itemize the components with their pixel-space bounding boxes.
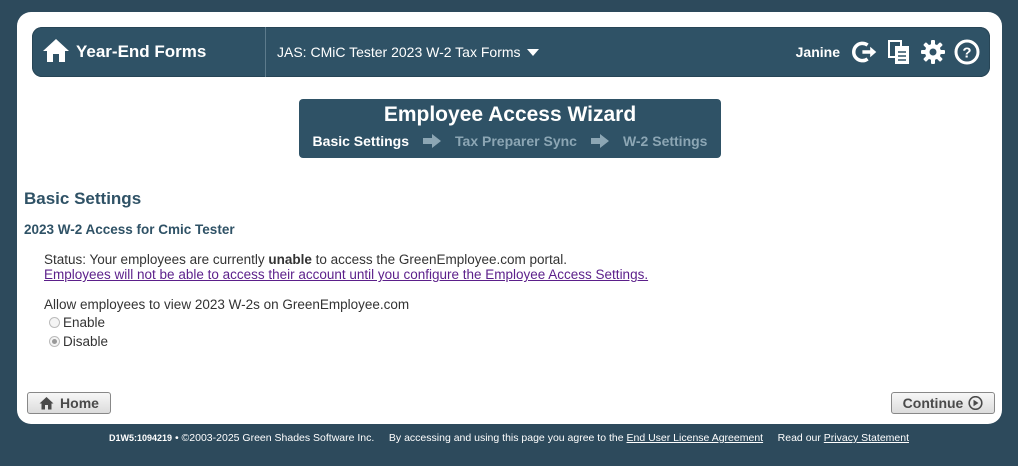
app-title: Year-End Forms bbox=[76, 42, 207, 61]
form-selector-label: JAS: CMiC Tester 2023 W-2 Tax Forms bbox=[277, 44, 521, 60]
user-name: Janine bbox=[795, 44, 840, 60]
header-divider bbox=[265, 27, 266, 77]
form-selector-dropdown[interactable]: JAS: CMiC Tester 2023 W-2 Tax Forms bbox=[277, 27, 539, 77]
continue-button[interactable]: Continue bbox=[891, 392, 995, 414]
arrow-right-icon bbox=[590, 134, 609, 148]
allow-view-label: Allow employees to view 2023 W-2s on Gre… bbox=[44, 297, 410, 312]
enable-label: Enable bbox=[63, 315, 106, 330]
home-button[interactable]: Home bbox=[27, 392, 111, 414]
home-nav[interactable]: Year-End Forms bbox=[42, 27, 206, 77]
enable-radio[interactable] bbox=[49, 317, 60, 328]
play-circle-icon bbox=[968, 396, 983, 410]
status-prefix: Status: Your employees are currently bbox=[44, 252, 269, 267]
page-footer: D1W5:1094219 • ©2003-2025 Green Shades S… bbox=[0, 432, 1018, 444]
help-icon[interactable]: ? bbox=[954, 39, 980, 65]
build-code: D1W5:1094219 bbox=[108, 433, 173, 443]
main-frame: Year-End Forms JAS: CMiC Tester 2023 W-2… bbox=[17, 12, 1002, 424]
top-navigation-bar: Year-End Forms JAS: CMiC Tester 2023 W-2… bbox=[32, 27, 990, 77]
subsection-title: 2023 W-2 Access for Cmic Tester bbox=[24, 222, 235, 237]
user-menu: Janine ? bbox=[796, 27, 980, 77]
svg-text:?: ? bbox=[962, 45, 971, 62]
logout-icon[interactable] bbox=[852, 39, 878, 65]
gear-icon[interactable] bbox=[920, 39, 946, 65]
home-icon[interactable] bbox=[42, 37, 70, 68]
copy-icon[interactable] bbox=[886, 39, 912, 65]
employee-access-wizard-header: Employee Access Wizard Basic Settings Ta… bbox=[299, 99, 721, 158]
arrow-right-icon bbox=[423, 134, 442, 148]
wizard-title: Employee Access Wizard bbox=[383, 103, 637, 126]
chevron-down-icon bbox=[526, 48, 539, 56]
configure-access-link[interactable]: Employees will not be able to access the… bbox=[44, 267, 648, 282]
continue-button-label: Continue bbox=[902, 395, 964, 411]
disable-option[interactable]: Disable bbox=[49, 334, 108, 349]
privacy-link[interactable]: Privacy Statement bbox=[824, 432, 909, 444]
disable-label: Disable bbox=[63, 334, 109, 349]
section-title: Basic Settings bbox=[24, 189, 142, 208]
wizard-step-basic-settings[interactable]: Basic Settings bbox=[313, 133, 409, 149]
home-button-label: Home bbox=[60, 395, 99, 411]
status-emphasis: unable bbox=[268, 252, 312, 267]
eula-link[interactable]: End User License Agreement bbox=[627, 432, 764, 444]
privacy-prefix: Read our bbox=[777, 432, 824, 444]
home-icon bbox=[39, 397, 54, 410]
enable-option[interactable]: Enable bbox=[49, 315, 105, 330]
disable-radio[interactable] bbox=[49, 336, 60, 347]
wizard-steps: Basic Settings Tax Preparer Sync W-2 Set… bbox=[299, 133, 721, 149]
copyright-text: • ©2003-2025 Green Shades Software Inc. bbox=[172, 432, 375, 444]
access-status-text: Status: Your employees are currently una… bbox=[44, 252, 567, 267]
agreement-text: By accessing and using this page you agr… bbox=[388, 432, 627, 444]
status-suffix: to access the GreenEmployee.com portal. bbox=[311, 252, 568, 267]
wizard-step-tax-preparer-sync[interactable]: Tax Preparer Sync bbox=[455, 133, 577, 149]
wizard-step-w2-settings[interactable]: W-2 Settings bbox=[623, 133, 708, 149]
